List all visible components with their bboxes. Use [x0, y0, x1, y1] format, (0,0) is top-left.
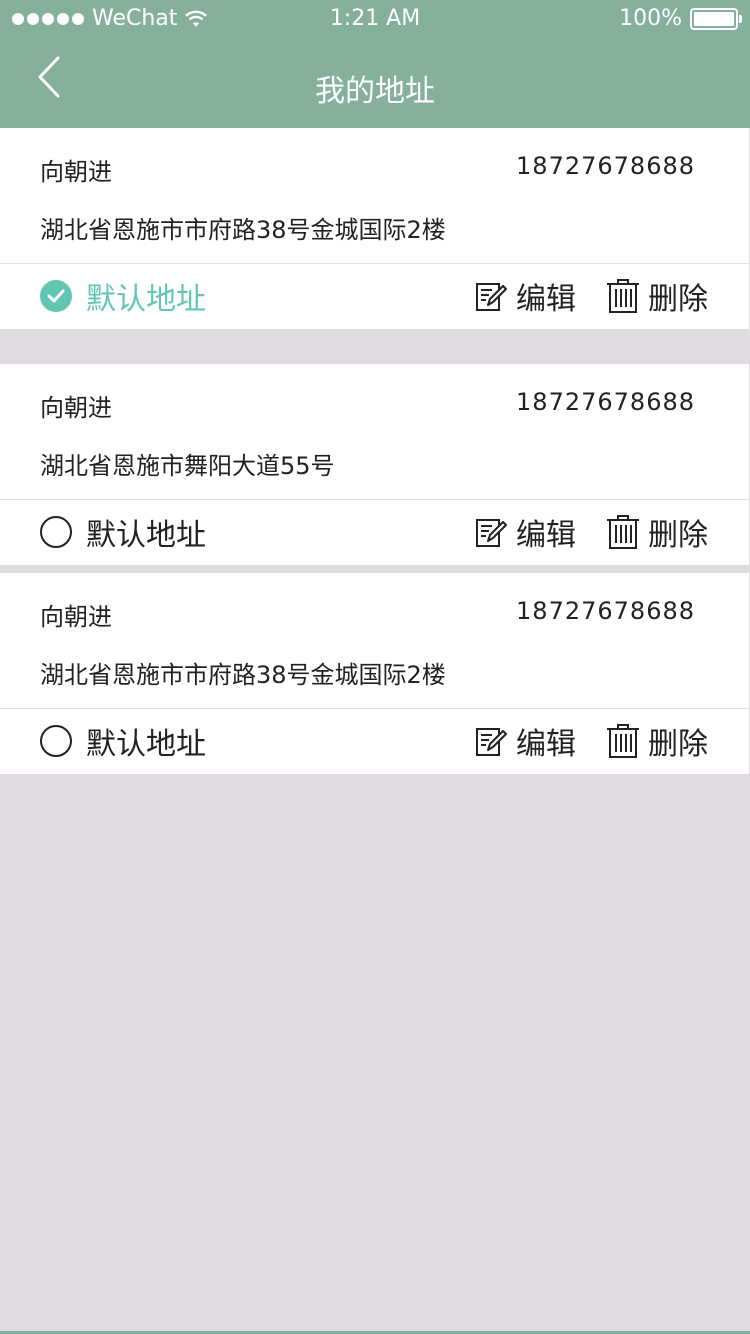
- check-icon: [40, 280, 72, 312]
- default-address-label: 默认地址: [86, 282, 206, 317]
- delete-button[interactable]: 删除: [606, 512, 708, 553]
- page-title: 我的地址: [315, 74, 435, 109]
- divider: [0, 708, 749, 709]
- edit-icon: [476, 519, 507, 547]
- battery-percent: 100%: [619, 6, 682, 31]
- battery-icon: [690, 7, 742, 30]
- divider: [0, 499, 749, 500]
- trash-icon: [607, 724, 639, 758]
- edit-button[interactable]: 编辑: [474, 276, 576, 317]
- nav-bar: 我的地址: [0, 40, 750, 128]
- address-text: 湖北省恩施市舞阳大道55号: [40, 452, 335, 480]
- edit-icon: [476, 728, 507, 756]
- delete-button[interactable]: 删除: [606, 721, 708, 762]
- recipient-name: 向朝进: [40, 603, 112, 631]
- default-address-label: 默认地址: [86, 518, 206, 553]
- edit-button[interactable]: 编辑: [474, 721, 576, 762]
- recipient-phone: 18727678688: [516, 388, 695, 416]
- default-address-toggle[interactable]: 默认地址: [40, 512, 206, 553]
- delete-label: 删除: [648, 282, 708, 317]
- address-text: 湖北省恩施市市府路38号金城国际2楼: [40, 661, 446, 689]
- default-address-toggle[interactable]: 默认地址: [40, 276, 206, 317]
- status-bar: WeChat 1:21 AM 100%: [0, 0, 750, 40]
- address-card[interactable]: 向朝进 18727678688 湖北省恩施市市府路38号金城国际2楼 默认地址 …: [0, 128, 749, 329]
- delete-label: 删除: [648, 727, 708, 762]
- address-card[interactable]: 向朝进 18727678688 湖北省恩施市市府路38号金城国际2楼 默认地址 …: [0, 573, 749, 774]
- default-address-label: 默认地址: [86, 727, 206, 762]
- edit-label: 编辑: [516, 727, 576, 762]
- default-address-toggle[interactable]: 默认地址: [40, 721, 206, 762]
- recipient-name: 向朝进: [40, 158, 112, 186]
- edit-label: 编辑: [516, 518, 576, 553]
- trash-icon: [607, 515, 639, 549]
- address-card[interactable]: 向朝进 18727678688 湖北省恩施市舞阳大道55号 默认地址 编辑 删除: [0, 364, 749, 565]
- radio-icon: [40, 516, 72, 548]
- trash-icon: [607, 279, 639, 313]
- divider: [0, 263, 749, 264]
- edit-icon: [476, 283, 507, 311]
- address-text: 湖北省恩施市市府路38号金城国际2楼: [40, 216, 446, 244]
- recipient-phone: 18727678688: [516, 597, 695, 625]
- edit-label: 编辑: [516, 282, 576, 317]
- radio-icon: [40, 725, 72, 757]
- edit-button[interactable]: 编辑: [474, 512, 576, 553]
- recipient-name: 向朝进: [40, 394, 112, 422]
- recipient-phone: 18727678688: [516, 152, 695, 180]
- header: WeChat 1:21 AM 100% 我的地址: [0, 0, 750, 128]
- delete-label: 删除: [648, 518, 708, 553]
- status-right: 100%: [619, 6, 742, 31]
- delete-button[interactable]: 删除: [606, 276, 708, 317]
